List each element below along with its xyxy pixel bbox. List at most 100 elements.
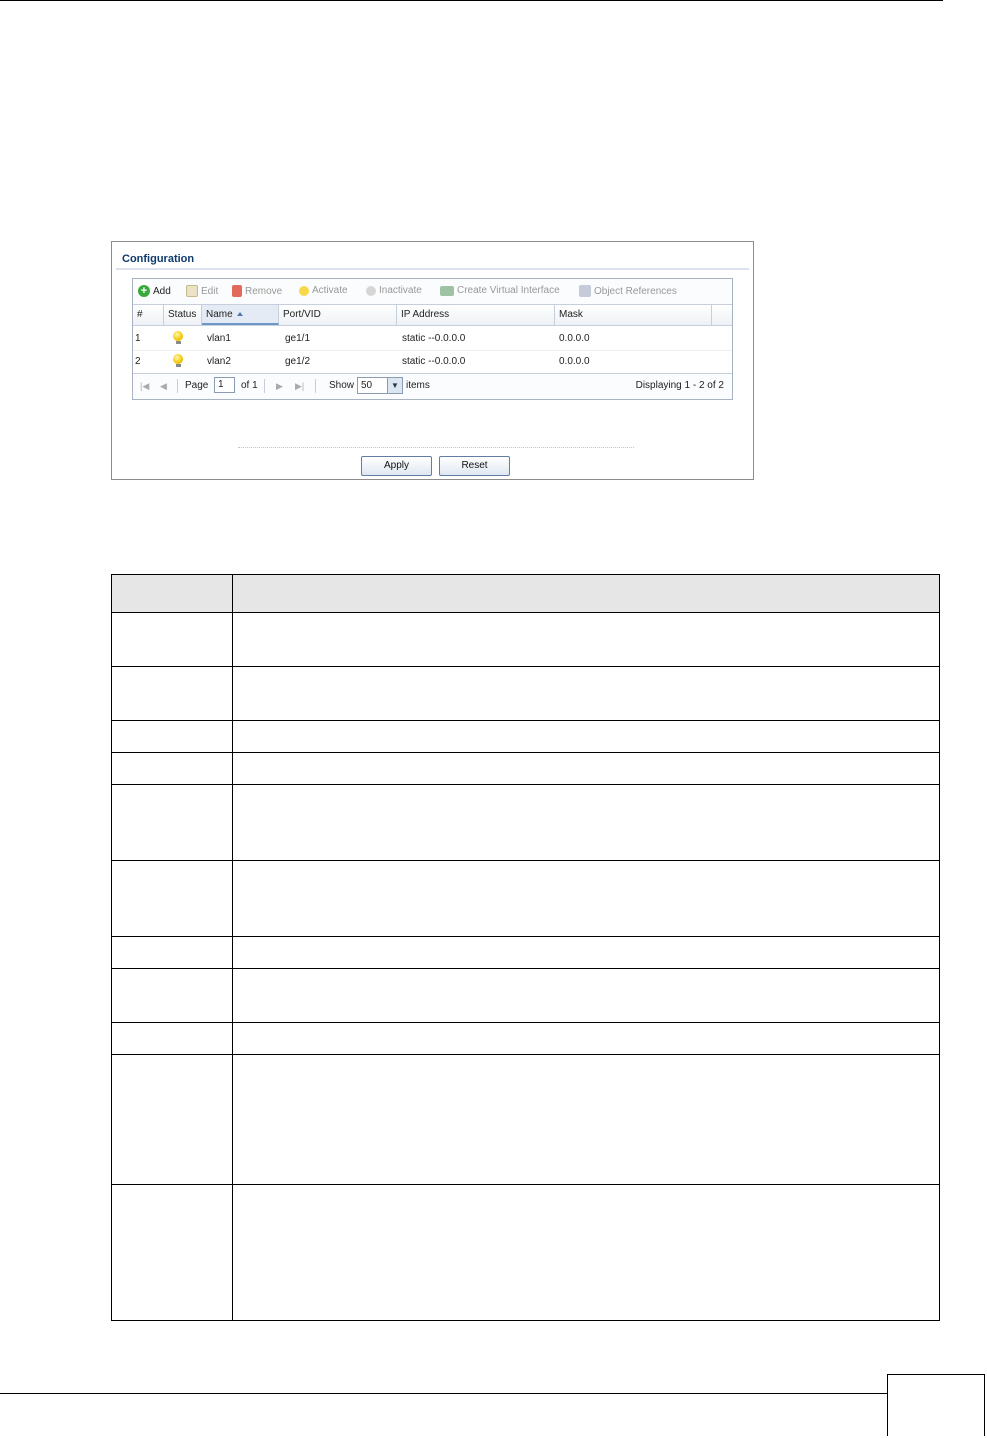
pager-separator (315, 379, 316, 393)
col-status[interactable]: Status (164, 305, 202, 325)
table-row (111, 968, 940, 1023)
bulb-on-icon (299, 285, 309, 296)
prev-page-icon[interactable]: ◀ (160, 381, 167, 392)
table-row (111, 720, 940, 753)
activate-button[interactable]: Activate (299, 285, 348, 296)
object-references-label: Object References (594, 285, 677, 297)
pager-separator (177, 379, 178, 393)
table-row (111, 666, 940, 721)
create-virtual-interface-label: Create Virtual Interface (457, 285, 560, 296)
label-cell (111, 936, 233, 969)
label-cell (111, 752, 233, 785)
inactivate-label: Inactivate (379, 285, 422, 296)
row-port: ge1/1 (285, 333, 311, 344)
table-row (111, 612, 940, 667)
description-cell (232, 784, 940, 861)
inactivate-button[interactable]: Inactivate (366, 285, 422, 296)
page-total: of 1 (241, 380, 258, 391)
chevron-down-icon: ▼ (387, 378, 402, 393)
add-button[interactable]: + Add (138, 285, 171, 297)
row-port: ge1/2 (285, 356, 311, 367)
page-input[interactable]: 1 (214, 377, 235, 393)
table-row (111, 1184, 940, 1321)
label-cell (111, 666, 233, 721)
label-cell (111, 1022, 233, 1055)
col-name[interactable]: Name (202, 305, 279, 325)
row-ip: static --0.0.0.0 (402, 333, 466, 344)
configuration-panel: Configuration + Add Edit Remove Activate (111, 241, 754, 480)
items-label: items (406, 380, 430, 391)
table-row (111, 936, 940, 969)
edit-icon (186, 285, 198, 297)
add-icon: + (138, 285, 150, 297)
pagination-bar: |◀ ◀ Page 1 of 1 ▶ ▶| Show 50 ▼ items Di… (133, 373, 732, 399)
edit-label: Edit (201, 285, 219, 297)
reset-button[interactable]: Reset (439, 456, 510, 476)
vlan-grid: + Add Edit Remove Activate Inactivate Cr… (132, 278, 733, 400)
table-header-row (111, 574, 940, 613)
status-bulb-base (176, 364, 181, 367)
col-number[interactable]: # (133, 305, 164, 325)
col-port-vid[interactable]: Port/VID (279, 305, 397, 325)
description-cell (232, 612, 940, 667)
table-row[interactable]: 1 vlan1 ge1/1 static --0.0.0.0 0.0.0.0 (133, 327, 732, 351)
grid-header: # Status Name Port/VID IP Address Mask (133, 305, 732, 326)
page-size-select[interactable]: 50 ▼ (357, 377, 403, 394)
remove-label: Remove (245, 285, 283, 297)
page-size-value: 50 (361, 380, 373, 391)
row-number: 1 (135, 333, 141, 344)
divider (238, 447, 634, 448)
page-label: Page (185, 380, 209, 391)
label-cell (111, 784, 233, 861)
activate-label: Activate (312, 285, 348, 296)
label-cell (111, 612, 233, 667)
row-name: vlan1 (207, 333, 231, 344)
pager-separator (264, 379, 265, 393)
col-ip-address[interactable]: IP Address (397, 305, 555, 325)
label-cell (111, 968, 233, 1023)
bulb-off-icon (366, 285, 376, 296)
page-number-box (887, 1374, 985, 1436)
description-cell (232, 968, 940, 1023)
status-bulb-icon (173, 354, 183, 364)
row-mask: 0.0.0.0 (559, 333, 590, 344)
next-page-icon[interactable]: ▶ (276, 381, 283, 392)
object-references-button[interactable]: Object References (579, 285, 677, 297)
toolbar: + Add Edit Remove Activate Inactivate Cr… (133, 279, 732, 305)
header-cell (232, 574, 940, 613)
description-cell (232, 1022, 940, 1055)
panel-title: Configuration (122, 253, 195, 265)
row-ip: static --0.0.0.0 (402, 356, 466, 367)
label-cell (111, 1054, 233, 1185)
row-number: 2 (135, 356, 141, 367)
footer-rule (0, 1393, 887, 1394)
first-page-icon[interactable]: |◀ (140, 381, 149, 392)
table-row (111, 860, 940, 937)
label-cell (111, 720, 233, 753)
table-row (111, 784, 940, 861)
virtual-interface-icon (440, 285, 454, 296)
edit-button[interactable]: Edit (186, 285, 218, 297)
col-mask[interactable]: Mask (555, 305, 712, 325)
row-name: vlan2 (207, 356, 231, 367)
description-table (111, 574, 940, 1321)
description-cell (232, 860, 940, 937)
status-bulb-icon (173, 331, 183, 341)
remove-button[interactable]: Remove (232, 285, 282, 297)
label-cell (111, 860, 233, 937)
table-row (111, 752, 940, 785)
last-page-icon[interactable]: ▶| (295, 381, 304, 392)
table-row (111, 1054, 940, 1185)
description-cell (232, 936, 940, 969)
header-cell (111, 574, 233, 613)
trash-icon (232, 285, 242, 297)
description-cell (232, 720, 940, 753)
header-rule (0, 0, 943, 1)
object-references-icon (579, 285, 591, 297)
create-virtual-interface-button[interactable]: Create Virtual Interface (440, 285, 560, 296)
displaying-status: Displaying 1 - 2 of 2 (635, 380, 724, 391)
panel-title-rule (116, 268, 749, 270)
row-mask: 0.0.0.0 (559, 356, 590, 367)
apply-button[interactable]: Apply (361, 456, 432, 476)
table-row[interactable]: 2 vlan2 ge1/2 static --0.0.0.0 0.0.0.0 (133, 350, 732, 374)
